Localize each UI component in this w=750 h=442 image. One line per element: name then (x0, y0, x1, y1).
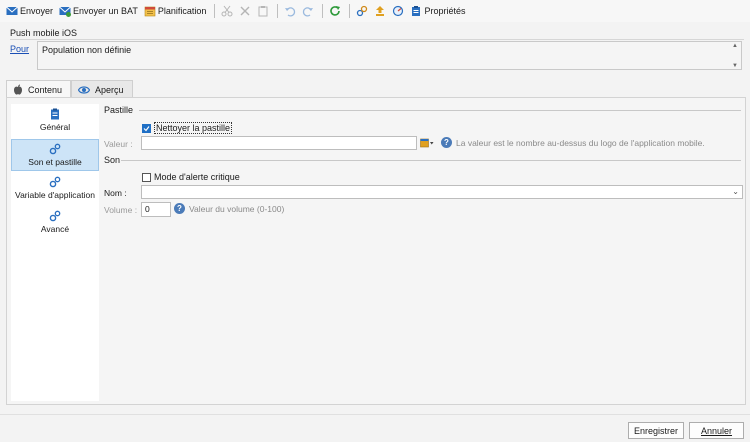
gears-icon (49, 210, 61, 222)
gears-icon (49, 143, 61, 155)
nav-item-app-variable[interactable]: Variable d'application (11, 176, 99, 206)
calendar-icon (144, 5, 156, 17)
nav-label-sound-badge: Son et pastille (28, 157, 82, 167)
badge-value-label: Valeur : (104, 139, 133, 149)
nav-label-app-variable: Variable d'application (15, 190, 95, 200)
undo-button[interactable] (282, 2, 298, 20)
chevron-down-icon[interactable]: ⌄ (732, 187, 739, 196)
upload-button[interactable] (372, 2, 388, 20)
paste-button[interactable] (255, 2, 271, 20)
delete-button[interactable] (237, 2, 253, 20)
undo-icon (284, 5, 296, 17)
clipboard-icon (50, 108, 60, 120)
variable-picker-icon[interactable] (420, 138, 434, 151)
toolbar-separator (277, 4, 279, 18)
sound-section-divider (121, 160, 741, 161)
save-button[interactable]: Enregistrer (628, 422, 684, 439)
toolbar-separator (214, 4, 216, 18)
population-scrollbar[interactable]: ▲ ▼ (730, 43, 740, 69)
redo-button[interactable] (300, 2, 316, 20)
badge-value-hint: ? La valeur est le nombre au-dessus du l… (441, 137, 705, 148)
eye-icon (78, 85, 91, 95)
page-title: Push mobile iOS (10, 28, 78, 38)
population-box[interactable]: Population non définie ▲ ▼ (37, 41, 742, 70)
send-button[interactable]: Envoyer (4, 2, 55, 20)
for-link[interactable]: Pour (10, 44, 29, 54)
volume-hint-text: Valeur du volume (0-100) (189, 203, 285, 214)
envelope-icon (6, 5, 18, 17)
gears-icon (49, 176, 61, 188)
critical-alert-label[interactable]: Mode d'alerte critique (154, 172, 240, 182)
nav-label-general: Général (39, 122, 71, 132)
toolbar-separator (322, 4, 324, 18)
cancel-button[interactable]: Annuler (689, 422, 744, 439)
tab-content[interactable]: Contenu (6, 80, 72, 98)
toolbar-separator (349, 4, 351, 18)
refresh-button[interactable] (327, 2, 343, 20)
clipboard-icon (257, 5, 269, 17)
clear-badge-row: Nettoyer la pastille (142, 122, 233, 134)
apple-icon (13, 84, 23, 95)
content-panel: Général Son et pastille Variable d'appli… (6, 97, 746, 405)
close-icon (239, 5, 251, 17)
gauge-icon (392, 5, 404, 17)
badge-value-hint-text: La valeur est le nombre au-dessus du log… (456, 137, 705, 148)
scroll-up-icon[interactable]: ▲ (732, 43, 738, 49)
refresh-icon (329, 5, 341, 17)
scroll-down-icon[interactable]: ▼ (732, 63, 738, 69)
properties-button[interactable]: Propriétés (408, 2, 467, 20)
link-button[interactable] (354, 2, 370, 20)
critical-alert-row: Mode d'alerte critique (142, 172, 240, 182)
envelope-check-icon (59, 5, 72, 17)
properties-icon (410, 5, 422, 17)
schedule-label: Planification (157, 6, 207, 16)
critical-alert-checkbox[interactable] (142, 172, 151, 182)
sound-section-title: Son (104, 155, 121, 165)
badge-value-input[interactable] (141, 136, 417, 150)
link-icon (356, 5, 368, 17)
sound-name-label: Nom : (104, 188, 127, 198)
send-label: Envoyer (20, 6, 54, 16)
redo-icon (302, 5, 314, 17)
cut-button[interactable] (219, 2, 235, 20)
monitor-button[interactable] (390, 2, 406, 20)
clear-badge-checkbox[interactable] (142, 123, 151, 133)
volume-input[interactable]: 0 (141, 202, 171, 217)
nav-item-general[interactable]: Général (11, 108, 99, 138)
tab-bar: Contenu Aperçu (6, 80, 133, 98)
tab-preview-label: Aperçu (95, 84, 124, 95)
properties-label: Propriétés (424, 6, 466, 16)
badge-section-title: Pastille (104, 105, 134, 115)
badge-section-divider (139, 110, 741, 111)
send-proof-button[interactable]: Envoyer un BAT (57, 2, 140, 20)
header-divider (10, 39, 744, 40)
sound-name-select[interactable]: ⌄ (141, 185, 743, 199)
nav-item-advanced[interactable]: Avancé (11, 210, 99, 240)
scissors-icon (221, 5, 233, 17)
upload-icon (374, 5, 386, 17)
nav-item-sound-badge[interactable]: Son et pastille (11, 139, 99, 171)
save-label: Enregistrer (633, 425, 678, 436)
nav-label-advanced: Avancé (40, 224, 70, 234)
toolbar: Envoyer Envoyer un BAT Planification Pro… (0, 0, 750, 22)
help-icon[interactable]: ? (441, 137, 452, 148)
clear-badge-label[interactable]: Nettoyer la pastille (154, 122, 233, 134)
tab-preview[interactable]: Aperçu (71, 80, 133, 98)
footer-divider (0, 414, 750, 415)
volume-hint: ? Valeur du volume (0-100) (174, 203, 284, 214)
schedule-button[interactable]: Planification (142, 2, 209, 20)
help-icon[interactable]: ? (174, 203, 185, 214)
cancel-label: Annuler (700, 425, 733, 436)
send-proof-label: Envoyer un BAT (73, 6, 138, 16)
tab-content-label: Contenu (28, 84, 63, 95)
side-nav: Général Son et pastille Variable d'appli… (11, 104, 99, 401)
population-text: Population non définie (42, 45, 132, 55)
volume-label: Volume : (104, 205, 138, 215)
